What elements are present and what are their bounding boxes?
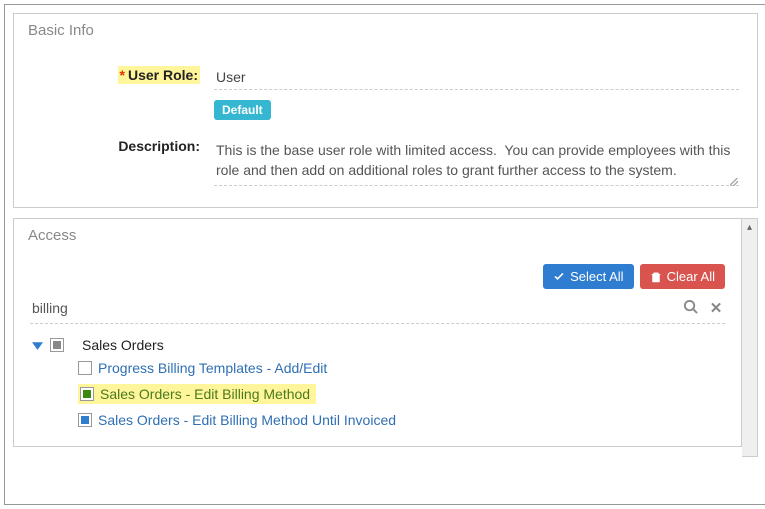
tree-root-label: Sales Orders bbox=[82, 337, 164, 353]
user-role-input[interactable] bbox=[214, 65, 739, 90]
resize-handle-icon[interactable] bbox=[729, 177, 739, 187]
filter-row: ✕ bbox=[30, 297, 725, 324]
access-wrap: Access Select All Clear All bbox=[13, 218, 758, 457]
required-star-icon: * bbox=[120, 67, 125, 83]
description-textarea[interactable] bbox=[214, 136, 739, 186]
user-role-row: *User Role: Default bbox=[32, 65, 739, 124]
access-panel: Access Select All Clear All bbox=[13, 218, 742, 447]
tree-item-row: Progress Billing Templates - Add/Edit bbox=[78, 356, 725, 380]
basic-info-body: *User Role: Default Description: bbox=[14, 43, 757, 207]
trash-icon bbox=[650, 271, 662, 283]
user-role-label-highlight: *User Role: bbox=[118, 66, 200, 84]
scroll-up-icon[interactable]: ▴ bbox=[742, 219, 757, 235]
tree-root-checkbox[interactable] bbox=[50, 338, 64, 352]
description-label-col: Description: bbox=[32, 136, 214, 154]
tree-item-label[interactable]: Sales Orders - Edit Billing Method bbox=[100, 386, 310, 402]
access-body: Select All Clear All ✕ bbox=[14, 248, 741, 446]
user-role-label-col: *User Role: bbox=[32, 65, 214, 83]
clear-all-button[interactable]: Clear All bbox=[640, 264, 725, 289]
tree-item-checkbox[interactable] bbox=[78, 413, 92, 427]
scrollbar[interactable]: ▴ bbox=[742, 218, 758, 457]
user-role-value-col: Default bbox=[214, 65, 739, 124]
select-all-label: Select All bbox=[570, 269, 623, 284]
check-icon bbox=[553, 271, 565, 283]
basic-info-title: Basic Info bbox=[14, 14, 757, 43]
tree-root-row: Sales Orders bbox=[30, 334, 725, 356]
clear-all-label: Clear All bbox=[667, 269, 715, 284]
access-button-row: Select All Clear All bbox=[30, 264, 725, 289]
tree-item-row: Sales Orders - Edit Billing Method Until… bbox=[78, 408, 725, 432]
user-role-label: User Role: bbox=[128, 67, 198, 83]
page-root: Basic Info *User Role: Default Descripti… bbox=[4, 4, 765, 505]
search-icon[interactable] bbox=[681, 299, 699, 318]
select-all-button[interactable]: Select All bbox=[543, 264, 633, 289]
tree-children: Progress Billing Templates - Add/Edit Sa… bbox=[78, 356, 725, 432]
tree-item-checkbox[interactable] bbox=[80, 387, 94, 401]
tree-item-label[interactable]: Progress Billing Templates - Add/Edit bbox=[98, 360, 327, 376]
tree-item-label[interactable]: Sales Orders - Edit Billing Method Until… bbox=[98, 412, 396, 428]
access-title: Access bbox=[14, 219, 741, 248]
basic-info-panel: Basic Info *User Role: Default Descripti… bbox=[13, 13, 758, 208]
tree-item-row: Sales Orders - Edit Billing Method bbox=[78, 380, 725, 408]
description-label: Description: bbox=[118, 138, 200, 154]
default-badge: Default bbox=[214, 100, 271, 120]
description-value-col bbox=[214, 136, 739, 189]
tree-item-highlight: Sales Orders - Edit Billing Method bbox=[78, 384, 316, 404]
permission-tree: Sales Orders Progress Billing Templates … bbox=[30, 334, 725, 432]
filter-input[interactable] bbox=[30, 297, 681, 319]
caret-down-icon[interactable] bbox=[30, 338, 44, 352]
description-row: Description: bbox=[32, 136, 739, 189]
tree-item-checkbox[interactable] bbox=[78, 361, 92, 375]
clear-filter-icon[interactable]: ✕ bbox=[707, 299, 725, 317]
